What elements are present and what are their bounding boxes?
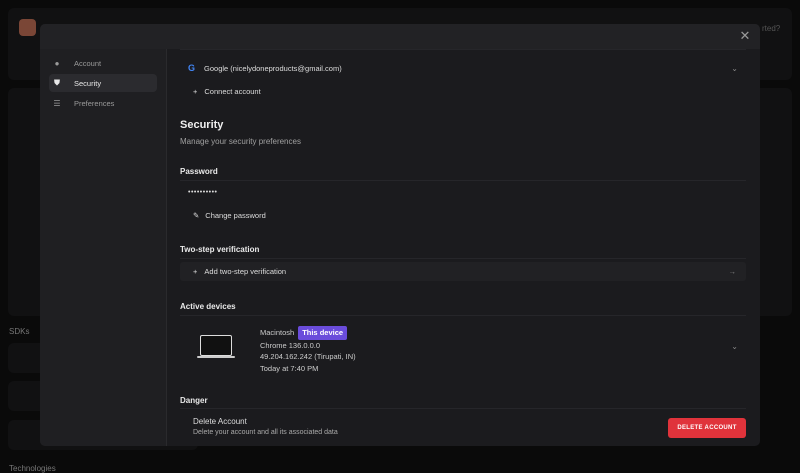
settings-modal: ✕ ● Account ⛊ Security ☰ Preferences G Googl… xyxy=(40,24,760,446)
page-subtitle: Manage your security preferences xyxy=(180,137,301,146)
sidebar-item-label: Preferences xyxy=(74,98,115,108)
pencil-icon: ✎ xyxy=(193,211,200,220)
add-two-step-button[interactable]: + Add two-step verification → xyxy=(180,262,746,281)
settings-content: G Google (nicelydoneproducts@gmail.com) ⌄… xyxy=(180,49,746,446)
change-password-label: Change password xyxy=(205,211,266,220)
sidebar-item-label: Security xyxy=(74,78,102,88)
plus-icon: + xyxy=(193,267,198,276)
app-logo xyxy=(19,19,36,36)
plus-icon: + xyxy=(193,87,198,96)
chevron-down-icon[interactable]: ⌄ xyxy=(731,64,738,73)
sliders-icon: ☰ xyxy=(53,98,61,108)
user-icon: ● xyxy=(54,58,60,68)
device-ip: 49.204.162.242 (Tirupati, IN) xyxy=(260,352,356,361)
shield-icon: ⛊ xyxy=(54,78,60,87)
delete-account-title: Delete Account xyxy=(193,417,247,426)
change-password-button[interactable]: ✎ Change password xyxy=(193,211,266,220)
password-value: •••••••••• xyxy=(188,189,218,196)
this-device-badge: This device xyxy=(298,326,348,340)
device-name: Macintosh xyxy=(260,328,295,337)
settings-sidebar: ● Account ⛊ Security ☰ Preferences xyxy=(40,49,167,446)
sdks-label: SDKs xyxy=(9,327,30,336)
delete-account-button[interactable]: DELETE ACCOUNT xyxy=(668,418,746,438)
sidebar-item-account[interactable]: ● Account xyxy=(49,54,157,72)
google-icon: G xyxy=(188,63,196,73)
close-icon[interactable]: ✕ xyxy=(738,29,752,43)
password-heading: Password xyxy=(180,167,218,176)
sidebar-item-label: Account xyxy=(74,58,102,68)
device-last-active: Today at 7:40 PM xyxy=(260,363,319,373)
google-account-label: Google (nicelydoneproducts@gmail.com) xyxy=(204,63,342,73)
arrow-right-icon: → xyxy=(728,267,737,276)
connect-account-button[interactable]: + Connect account xyxy=(193,87,261,96)
technologies-label: Technologies xyxy=(9,464,56,473)
google-account-row[interactable]: G Google (nicelydoneproducts@gmail.com) ⌄ xyxy=(188,63,746,73)
device-info: Macintosh This device Chrome 136.0.0.0 49… xyxy=(260,326,356,374)
two-step-heading: Two-step verification xyxy=(180,245,260,254)
background-partial-text: rted? xyxy=(762,24,781,33)
modal-header: ✕ xyxy=(40,24,760,49)
active-devices-heading: Active devices xyxy=(180,302,236,311)
device-browser: Chrome 136.0.0.0 xyxy=(260,340,321,350)
page-title: Security xyxy=(180,119,224,131)
sidebar-item-preferences[interactable]: ☰ Preferences xyxy=(49,94,157,112)
device-expand-chevron-icon[interactable]: ⌄ xyxy=(731,342,738,351)
danger-heading: Danger xyxy=(180,396,208,405)
connect-account-label: Connect account xyxy=(204,87,261,96)
laptop-icon xyxy=(197,335,235,360)
add-two-step-label: Add two-step verification xyxy=(204,267,287,276)
sidebar-item-security[interactable]: ⛊ Security xyxy=(49,74,157,92)
delete-account-description: Delete your account and all its associat… xyxy=(193,429,338,436)
